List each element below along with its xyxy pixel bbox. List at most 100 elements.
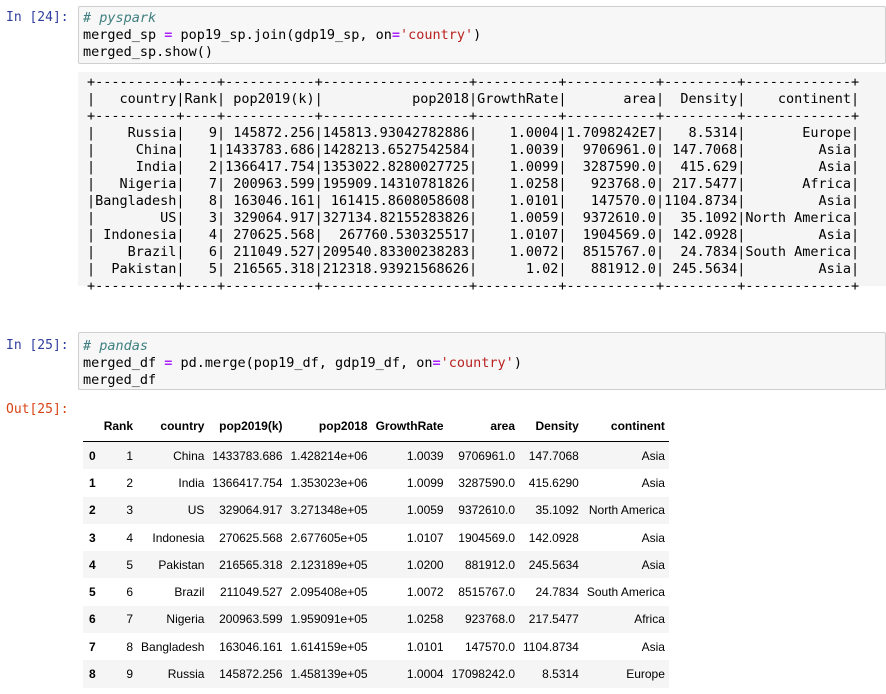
- code-token: merged_df: [83, 372, 157, 388]
- table-cell: 1.0004: [406, 667, 444, 682]
- table-cell: 1.0072: [406, 585, 444, 600]
- table-cell: 3.271348e+05: [290, 503, 368, 518]
- row-index: 1: [89, 475, 96, 490]
- table-cell: Asia: [641, 530, 665, 545]
- table-cell: 217.5477: [528, 612, 579, 627]
- table-cell: 923768.0: [464, 612, 516, 627]
- table-cell: 6: [126, 585, 134, 600]
- table-cell: Nigeria: [166, 612, 205, 627]
- table-cell: 200963.599: [219, 612, 283, 627]
- column-header: GrowthRate: [371, 411, 448, 442]
- table-cell: 2: [126, 475, 134, 490]
- table-cell: 329064.917: [219, 503, 283, 518]
- code-token: =: [391, 27, 401, 43]
- code-token: 'country': [440, 355, 514, 371]
- table-cell: 1: [126, 448, 134, 463]
- table-cell: 1366417.754: [212, 475, 283, 490]
- row-index: 6: [89, 612, 96, 627]
- output-prompt-25: Out[25]:: [6, 402, 69, 417]
- code-line: merged_df = pd.merge(pop19_df, gdp19_df,…: [79, 355, 885, 372]
- dataframe-body: 0 1 China 1433783.686 1.428214e+06 1.0039 9706…: [83, 441, 669, 688]
- table-cell: 147570.0: [464, 639, 516, 654]
- table-cell: India: [178, 475, 205, 490]
- table-cell: 881912.0: [464, 557, 516, 572]
- table-cell: 1.353023e+06: [290, 475, 368, 490]
- table-cell: Asia: [641, 475, 665, 490]
- column-header: pop2018: [286, 411, 372, 442]
- table-cell: 1.0059: [406, 503, 444, 518]
- table-row: 6 7 Nigeria 200963.599 1.959091e+05 1.0258 923…: [83, 605, 669, 634]
- table-cell: 24.7834: [535, 585, 579, 600]
- code-token: pd.merge(pop19_df, gdp19_df, on: [172, 355, 433, 371]
- table-cell: US: [187, 503, 205, 518]
- code-line: merged_df: [79, 372, 885, 389]
- code-line: merged_sp.show(): [79, 44, 885, 61]
- table-cell: China: [173, 448, 205, 463]
- table-cell: 1.0101: [406, 639, 444, 654]
- table-cell: 1904569.0: [458, 530, 516, 545]
- row-index: 0: [89, 448, 96, 463]
- column-header: country: [137, 411, 209, 442]
- table-cell: 2.677605e+05: [290, 530, 368, 545]
- column-header: [83, 411, 100, 442]
- table-cell: Asia: [641, 557, 665, 572]
- table-cell: 163046.161: [219, 639, 283, 654]
- table-cell: 1.0039: [406, 448, 444, 463]
- table-cell: 211049.527: [219, 585, 283, 600]
- table-row: 0 1 China 1433783.686 1.428214e+06 1.0039 9706…: [83, 441, 669, 470]
- code-cell-pandas[interactable]: # pandas merged_df = pd.merge(pop19_df, g…: [78, 332, 886, 390]
- table-cell: 270625.568: [219, 530, 283, 545]
- table-cell: 9372610.0: [458, 503, 516, 518]
- table-row: 1 2 India 1366417.754 1.353023e+06 1.0099 3287…: [83, 469, 669, 496]
- table-cell: 35.1092: [535, 503, 579, 518]
- code-line: # pyspark: [79, 10, 885, 27]
- code-line: merged_sp = pop19_sp.join(gdp19_sp, on='…: [79, 27, 885, 44]
- table-cell: 5: [126, 557, 134, 572]
- dataframe-table: Rank country pop2019(k) pop2018 GrowthRate ar…: [83, 411, 669, 688]
- row-index: 3: [89, 530, 96, 545]
- table-cell: 2.123189e+05: [290, 557, 368, 572]
- table-row: 8 9 Russia 145872.256 1.458139e+05 1.0004 1709…: [83, 660, 669, 688]
- table-cell: 1104.8734: [523, 639, 579, 654]
- table-cell: 1.0258: [406, 612, 444, 627]
- table-cell: 1.428214e+06: [290, 448, 368, 463]
- input-prompt-25: In [25]:: [6, 338, 69, 353]
- table-cell: 245.5634: [528, 557, 579, 572]
- table-cell: 1.0107: [406, 530, 444, 545]
- table-cell: 3287590.0: [458, 475, 516, 490]
- table-cell: 2.095408e+05: [290, 585, 368, 600]
- table-cell: Bangladesh: [141, 639, 205, 654]
- column-header: continent: [582, 411, 669, 442]
- table-cell: 216565.318: [219, 557, 283, 572]
- table-cell: Brazil: [174, 585, 205, 600]
- table-row: 3 4 Indonesia 270625.568 2.677605e+05 1.0107 1…: [83, 524, 669, 551]
- table-row: 7 8 Bangladesh 163046.161 1.614159e+05 1.0101…: [83, 633, 669, 660]
- code-cell-pyspark[interactable]: # pyspark merged_sp = pop19_sp.join(gdp19…: [78, 6, 886, 64]
- table-cell: 4: [126, 530, 134, 545]
- table-cell: North America: [588, 503, 665, 518]
- table-cell: 17098242.0: [451, 667, 516, 682]
- table-cell: 7: [126, 612, 134, 627]
- code-token: 'country': [400, 27, 474, 43]
- table-cell: 147.7068: [528, 448, 579, 463]
- column-header: pop2019(k): [208, 411, 287, 442]
- table-cell: Africa: [634, 612, 665, 627]
- code-token: # pandas: [83, 338, 149, 354]
- table-cell: 3: [126, 503, 134, 518]
- code-token: ): [473, 27, 482, 43]
- column-header: Density: [519, 411, 583, 442]
- table-cell: Pakistan: [158, 557, 205, 572]
- code-token: # pyspark: [83, 10, 157, 26]
- table-cell: 1.458139e+05: [290, 667, 368, 682]
- table-cell: 9706961.0: [458, 448, 516, 463]
- code-token: pop19_sp.join(gdp19_sp, on: [172, 27, 392, 43]
- code-token: ): [513, 355, 522, 371]
- dataframe-header-row: Rank country pop2019(k) pop2018 GrowthRate ar…: [83, 411, 669, 442]
- table-cell: 1.959091e+05: [290, 612, 368, 627]
- table-cell: 145872.256: [219, 667, 283, 682]
- table-cell: 1.614159e+05: [290, 639, 368, 654]
- spark-show-output: +----------+----+-----------+-----------…: [78, 72, 886, 294]
- row-index: 8: [89, 667, 96, 682]
- table-row: 5 6 Brazil 211049.527 2.095408e+05 1.0072 8515…: [83, 578, 669, 605]
- code-token: merged_sp: [83, 27, 165, 43]
